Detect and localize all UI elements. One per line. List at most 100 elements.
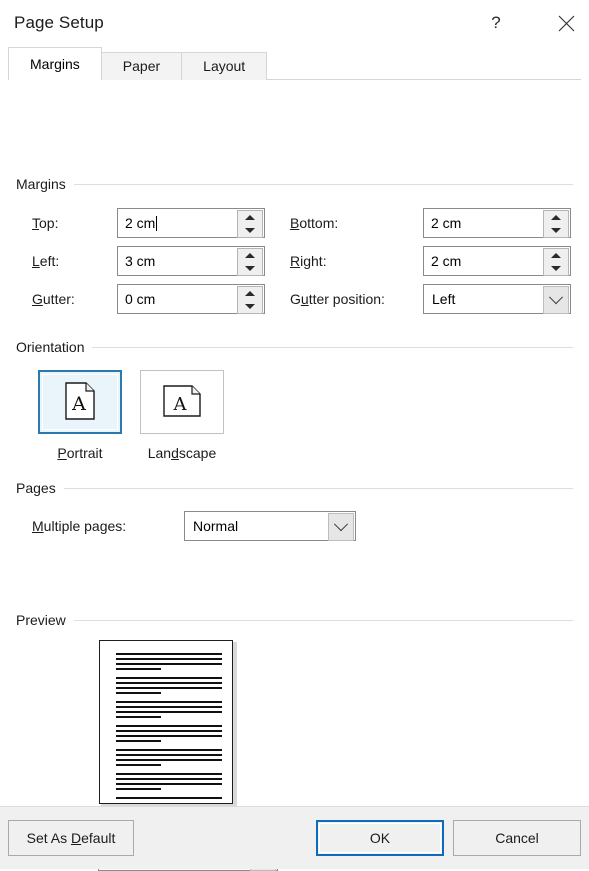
preview-group: Preview — [16, 611, 573, 629]
preview-group-title: Preview — [16, 612, 74, 628]
spin-down-icon[interactable] — [238, 262, 262, 275]
spin-up-icon[interactable] — [544, 211, 568, 224]
field-row-bottom: Bottom: 2 cm — [290, 208, 571, 238]
cancel-button[interactable]: Cancel — [453, 820, 581, 856]
preview-text-line — [116, 778, 222, 780]
ok-label: OK — [370, 830, 390, 846]
group-divider — [74, 620, 573, 621]
multiple-pages-select[interactable]: Normal — [184, 511, 356, 541]
orientation-group-title: Orientation — [16, 339, 92, 355]
tab-strip: Margins Paper Layout — [8, 46, 581, 80]
chevron-down-icon[interactable] — [328, 513, 354, 541]
title-bar: Page Setup ? — [0, 0, 589, 46]
orientation-label-landscape: Landscape — [127, 445, 237, 461]
preview-text-line — [116, 677, 222, 679]
gutter-position-select[interactable]: Left — [423, 284, 571, 314]
left-margin-spin-buttons[interactable] — [237, 248, 263, 276]
right-margin-stepper[interactable]: 2 cm — [423, 246, 571, 276]
orientation-option-landscape[interactable]: A — [140, 370, 224, 434]
preview-page — [99, 640, 233, 804]
spin-down-icon[interactable] — [544, 224, 568, 237]
cancel-label: Cancel — [495, 830, 539, 846]
left-margin-stepper[interactable]: 3 cm — [117, 246, 265, 276]
tab-margins[interactable]: Margins — [8, 47, 102, 80]
label-gutter-position: Gutter position: — [290, 291, 423, 307]
orientation-group: Orientation — [16, 338, 573, 356]
field-row-right: Right: 2 cm — [290, 246, 571, 276]
preview-text-line — [116, 716, 161, 718]
preview-text-line — [116, 668, 161, 670]
portrait-page-icon: A — [65, 382, 95, 423]
top-margin-value: 2 cm — [118, 215, 155, 231]
help-icon[interactable]: ? — [473, 3, 519, 43]
dialog-content: Margins Top: 2 cm Bottom: 2 cm Left: 3 — [0, 80, 589, 840]
preview-text-line — [116, 749, 222, 751]
preview-text-line — [116, 788, 161, 790]
tab-layout[interactable]: Layout — [181, 52, 267, 80]
label-gutter: Gutter: — [32, 291, 117, 307]
tab-paper[interactable]: Paper — [101, 52, 182, 80]
svg-text:A: A — [71, 393, 86, 415]
preview-text-line — [116, 759, 222, 761]
right-margin-value: 2 cm — [424, 253, 461, 269]
preview-text-line — [116, 735, 222, 737]
set-as-default-label: Set As Default — [27, 830, 116, 846]
spin-up-icon[interactable] — [238, 211, 262, 224]
orientation-option-portrait[interactable]: A — [38, 370, 122, 434]
preview-text-line — [116, 773, 222, 775]
preview-text-line — [116, 682, 222, 684]
spin-down-icon[interactable] — [544, 262, 568, 275]
preview-text-line — [116, 754, 222, 756]
svg-text:A: A — [173, 394, 188, 415]
right-margin-spin-buttons[interactable] — [543, 248, 569, 276]
spin-down-icon[interactable] — [238, 224, 262, 237]
bottom-margin-value: 2 cm — [424, 215, 461, 231]
field-row-top: Top: 2 cm — [32, 208, 265, 238]
top-margin-spin-buttons[interactable] — [237, 210, 263, 238]
margins-group-title: Margins — [16, 176, 74, 192]
preview-text-line — [116, 711, 222, 713]
left-margin-value: 3 cm — [118, 253, 155, 269]
label-right: Right: — [290, 253, 423, 269]
preview-text-line — [116, 663, 222, 665]
pages-group: Pages — [16, 479, 573, 497]
set-as-default-button[interactable]: Set As Default — [8, 820, 134, 856]
multiple-pages-value: Normal — [185, 518, 238, 534]
spin-up-icon[interactable] — [238, 249, 262, 262]
ok-button[interactable]: OK — [316, 820, 444, 856]
margins-group: Margins — [16, 175, 573, 193]
group-divider — [92, 347, 573, 348]
title-bar-buttons: ? — [473, 0, 589, 46]
field-row-left: Left: 3 cm — [32, 246, 265, 276]
preview-text-line — [116, 740, 161, 742]
gutter-spin-buttons[interactable] — [237, 286, 263, 314]
spin-up-icon[interactable] — [544, 249, 568, 262]
label-multiple-pages: Multiple pages: — [32, 518, 184, 534]
group-divider — [64, 488, 573, 489]
preview-text-line — [116, 706, 222, 708]
preview-text-line — [116, 658, 222, 660]
preview-text-line — [116, 725, 222, 727]
spin-down-icon[interactable] — [238, 300, 262, 313]
group-divider — [74, 184, 573, 185]
top-margin-stepper[interactable]: 2 cm — [117, 208, 265, 238]
field-row-multiple-pages: Multiple pages: Normal — [32, 511, 356, 541]
close-icon[interactable] — [543, 3, 589, 43]
gutter-stepper[interactable]: 0 cm — [117, 284, 265, 314]
chevron-down-icon[interactable] — [543, 286, 569, 314]
label-bottom: Bottom: — [290, 215, 423, 231]
orientation-label-portrait: Portrait — [25, 445, 135, 461]
label-top: Top: — [32, 215, 117, 231]
label-left: Left: — [32, 253, 117, 269]
bottom-margin-spin-buttons[interactable] — [543, 210, 569, 238]
preview-text-line — [116, 701, 222, 703]
field-row-gutter-position: Gutter position: Left — [290, 284, 571, 314]
pages-group-title: Pages — [16, 480, 64, 496]
preview-text-line — [116, 687, 222, 689]
preview-text-line — [116, 692, 161, 694]
dialog-footer: Set As Default OK Cancel — [0, 806, 589, 869]
gutter-value: 0 cm — [118, 291, 155, 307]
bottom-margin-stepper[interactable]: 2 cm — [423, 208, 571, 238]
spin-up-icon[interactable] — [238, 287, 262, 300]
page-title: Page Setup — [14, 13, 104, 33]
